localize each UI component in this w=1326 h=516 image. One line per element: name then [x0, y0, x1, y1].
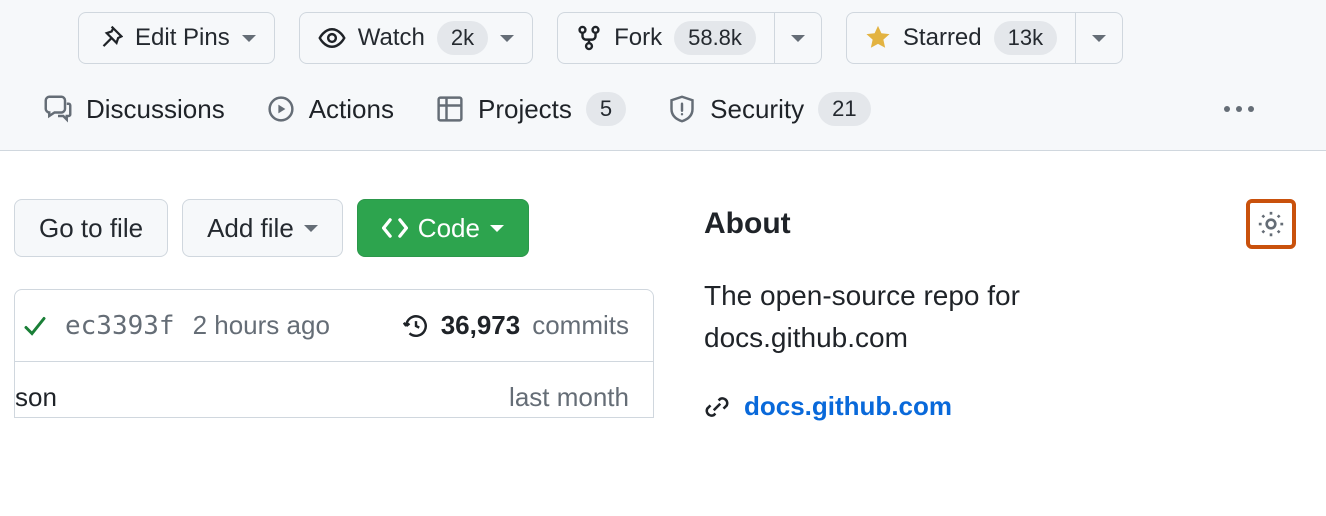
fork-button-group: Fork 58.8k	[557, 12, 822, 64]
file-time: last month	[509, 382, 629, 413]
add-file-label: Add file	[207, 213, 294, 244]
dot	[1224, 106, 1230, 112]
watch-label: Watch	[358, 24, 425, 52]
starred-button[interactable]: Starred 13k	[846, 12, 1075, 64]
discussions-icon	[44, 95, 72, 123]
tab-discussions[interactable]: Discussions	[44, 94, 225, 125]
watch-button[interactable]: Watch 2k	[299, 12, 533, 64]
caret-down-icon	[791, 35, 805, 42]
about-title: About	[704, 207, 791, 241]
tab-label: Projects	[478, 94, 572, 125]
file-row[interactable]: son last month	[15, 362, 653, 417]
edit-pins-label: Edit Pins	[135, 24, 230, 52]
file-name: son	[15, 382, 57, 413]
commit-sha: ec3393f	[65, 311, 175, 341]
repo-tabs: Discussions Actions Projects 5 Security …	[0, 92, 1326, 150]
projects-icon	[436, 95, 464, 123]
star-count: 13k	[994, 21, 1057, 55]
caret-down-icon	[490, 225, 504, 232]
watch-count: 2k	[437, 21, 488, 55]
add-file-button[interactable]: Add file	[182, 199, 343, 257]
fork-label: Fork	[614, 24, 662, 52]
caret-down-icon	[500, 35, 514, 42]
edit-pins-button[interactable]: Edit Pins	[78, 12, 275, 64]
go-to-file-button[interactable]: Go to file	[14, 199, 168, 257]
shield-icon	[668, 95, 696, 123]
projects-count: 5	[586, 92, 626, 126]
file-actions: Go to file Add file Code	[14, 199, 654, 257]
star-icon	[865, 25, 891, 51]
tab-actions[interactable]: Actions	[267, 94, 394, 125]
fork-icon	[576, 25, 602, 51]
about-settings-button[interactable]	[1246, 199, 1296, 249]
tab-projects[interactable]: Projects 5	[436, 92, 626, 126]
dot	[1248, 106, 1254, 112]
more-tabs-button[interactable]	[1216, 98, 1262, 120]
fork-button[interactable]: Fork 58.8k	[557, 12, 774, 64]
code-label: Code	[418, 213, 480, 244]
commit-time: 2 hours ago	[193, 310, 330, 341]
check-icon	[23, 314, 47, 338]
star-dropdown[interactable]	[1075, 12, 1123, 64]
caret-down-icon	[1092, 35, 1106, 42]
caret-down-icon	[242, 35, 256, 42]
fork-count: 58.8k	[674, 21, 756, 55]
commit-summary: ec3393f 2 hours ago 36,973 commits son l…	[14, 289, 654, 418]
fork-dropdown[interactable]	[774, 12, 822, 64]
tab-label: Actions	[309, 94, 394, 125]
gear-icon	[1256, 209, 1286, 239]
about-link[interactable]: docs.github.com	[704, 391, 1296, 422]
star-button-group: Starred 13k	[846, 12, 1123, 64]
starred-label: Starred	[903, 24, 982, 52]
latest-commit[interactable]: ec3393f 2 hours ago 36,973 commits	[15, 290, 653, 362]
about-link-text: docs.github.com	[744, 391, 952, 422]
dot	[1236, 106, 1242, 112]
code-button[interactable]: Code	[357, 199, 529, 257]
link-icon	[704, 394, 730, 420]
commit-word: commits	[532, 310, 629, 341]
commit-count: 36,973	[441, 310, 521, 341]
history-icon	[403, 313, 429, 339]
security-count: 21	[818, 92, 870, 126]
tab-security[interactable]: Security 21	[668, 92, 870, 126]
about-description: The open-source repo for docs.github.com	[704, 275, 1124, 359]
repo-action-buttons: Edit Pins Watch 2k Fork 58.8k	[0, 12, 1326, 92]
pin-icon	[97, 25, 123, 51]
tab-label: Discussions	[86, 94, 225, 125]
code-icon	[382, 215, 408, 241]
go-to-file-label: Go to file	[39, 213, 143, 244]
about-section: About The open-source repo for docs.gith…	[654, 199, 1326, 422]
eye-icon	[318, 24, 346, 52]
caret-down-icon	[304, 225, 318, 232]
tab-label: Security	[710, 94, 804, 125]
actions-icon	[267, 95, 295, 123]
